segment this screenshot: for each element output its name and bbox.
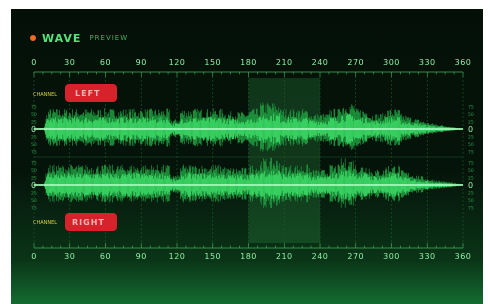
channel-left-header: CHANNEL LEFT [33, 84, 117, 102]
bottom-timeline-tick-label: 120 [169, 252, 186, 261]
bottom-timeline-tick-label: 0 [31, 252, 37, 261]
level-label: 75 [31, 150, 37, 156]
level-label: 50 [31, 168, 37, 174]
channel-left-prefix: CHANNEL [33, 92, 57, 98]
level-label: 50 [468, 198, 474, 204]
level-label: 75 [31, 105, 37, 111]
level-label: 50 [468, 142, 474, 148]
level-label: 25 [31, 135, 37, 141]
level-label: 75 [468, 161, 474, 167]
top-timeline-tick-label: 120 [169, 58, 186, 67]
bottom-timeline-tick-label: 360 [455, 252, 472, 261]
bottom-timeline-tick-label: 30 [64, 252, 75, 261]
level-label: 50 [31, 112, 37, 118]
level-label: 25 [31, 191, 37, 197]
bottom-timeline-tick-label: 150 [204, 252, 221, 261]
bottom-timeline-tick-label: 60 [100, 252, 111, 261]
level-label: 75 [31, 161, 37, 167]
bottom-timeline-tick-label: 300 [383, 252, 400, 261]
level-label: 25 [468, 191, 474, 197]
level-label: 75 [31, 206, 37, 212]
level-label: 50 [468, 168, 474, 174]
bottom-timeline-tick-label: 180 [240, 252, 257, 261]
level-label: 25 [468, 135, 474, 141]
level-label: 75 [468, 150, 474, 156]
channel-left-name: LEFT [75, 89, 100, 98]
top-timeline-tick-label: 330 [419, 58, 436, 67]
level-label: 50 [468, 112, 474, 118]
level-zero-label: 0 [468, 181, 473, 190]
bottom-timeline-tick-label: 330 [419, 252, 436, 261]
bottom-timeline-tick-label: 90 [136, 252, 147, 261]
top-timeline: 0 30 60 90 120 150 180 210 240 270 300 330 360 [31, 58, 471, 77]
top-timeline-tick-label: 90 [136, 58, 147, 67]
top-timeline-tick-label: 240 [312, 58, 329, 67]
bottom-timeline-tick-label: 240 [312, 252, 329, 261]
bottom-timeline: 0 30 60 90 120 150 180 210 240 270 300 330 360 [31, 243, 471, 261]
bottom-timeline-tick-label: 270 [347, 252, 364, 261]
top-timeline-tick-label: 180 [240, 58, 257, 67]
top-timeline-tick-label: 0 [31, 58, 37, 67]
bottom-timeline-tick-label: 210 [276, 252, 293, 261]
level-label: 50 [31, 198, 37, 204]
level-zero-label: 0 [468, 125, 473, 134]
top-timeline-tick-label: 150 [204, 58, 221, 67]
level-label: 75 [468, 105, 474, 111]
level-zero-label: 0 [31, 125, 36, 134]
top-timeline-tick-label: 300 [383, 58, 400, 67]
level-zero-label: 0 [31, 181, 36, 190]
top-timeline-tick-label: 30 [64, 58, 75, 67]
top-timeline-tick-label: 270 [347, 58, 364, 67]
channel-right-badge[interactable]: RIGHT [65, 213, 117, 231]
waveform-editor[interactable]: 0 30 60 90 120 150 180 210 240 270 300 330 360 0 30 60… [0, 0, 490, 304]
channel-right-name: RIGHT [72, 218, 105, 227]
channel-left-badge[interactable]: LEFT [65, 84, 117, 102]
level-label: 50 [31, 142, 37, 148]
top-timeline-tick-label: 210 [276, 58, 293, 67]
channel-right-prefix: CHANNEL [33, 220, 57, 226]
top-timeline-tick-label: 360 [455, 58, 472, 67]
level-label: 75 [468, 206, 474, 212]
channel-right-header: CHANNEL RIGHT [33, 213, 117, 231]
top-timeline-tick-label: 60 [100, 58, 111, 67]
